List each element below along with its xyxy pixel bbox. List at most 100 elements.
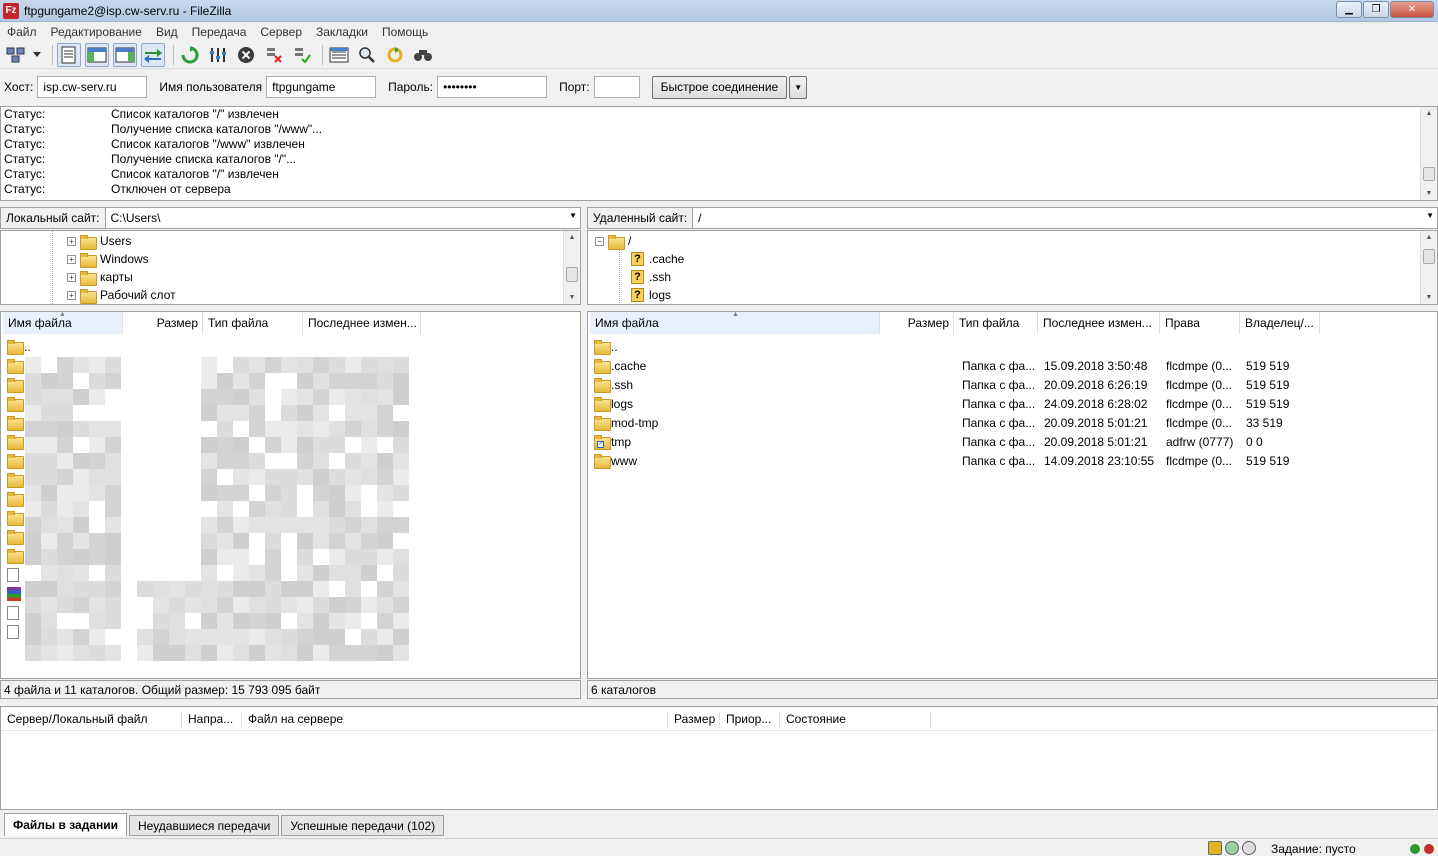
cancel-icon[interactable] [234, 43, 258, 67]
table-row[interactable]: www Папка с фа... 14.09.2018 23:10:55 flcdm… [588, 451, 1437, 470]
reconnect-icon[interactable] [290, 43, 314, 67]
local-col-modified[interactable]: Последнее измен... [303, 312, 421, 334]
queue-col-size[interactable]: Размер [668, 712, 720, 728]
search-icon[interactable] [411, 43, 435, 67]
collapse-icon[interactable]: − [595, 236, 604, 246]
password-input[interactable] [437, 76, 548, 98]
menu-file[interactable]: Файл [0, 25, 44, 39]
remote-col-permissions[interactable]: Права [1160, 312, 1240, 334]
menu-view[interactable]: Вид [149, 25, 185, 39]
tree-item[interactable]: + карты [1, 268, 580, 286]
remote-col-size[interactable]: Размер [880, 312, 954, 334]
minimize-button[interactable]: ▁ [1336, 1, 1362, 18]
scroll-thumb[interactable] [1423, 167, 1435, 181]
tree-item[interactable]: ? logs [588, 286, 1437, 304]
scroll-up-icon[interactable]: ▲ [1421, 231, 1437, 244]
tree-item[interactable]: + Рабочий слот [1, 286, 580, 304]
close-button[interactable]: ✕ [1390, 1, 1434, 18]
toggle-log-icon[interactable] [57, 42, 81, 67]
log-status-label: Статус: [4, 152, 46, 166]
expand-icon[interactable]: + [67, 290, 76, 300]
local-col-size[interactable]: Размер [123, 312, 203, 334]
remote-col-modified[interactable]: Последнее измен... [1038, 312, 1160, 334]
username-input[interactable] [266, 76, 377, 98]
quickconnect-history-dropdown[interactable]: ▼ [789, 75, 808, 99]
remote-col-owner[interactable]: Владелец/... [1240, 312, 1320, 334]
list-item[interactable]: .. [1, 337, 580, 356]
local-col-type[interactable]: Тип файла [203, 312, 303, 334]
local-col-filename[interactable]: Имя файла ▲ [3, 312, 123, 334]
table-row[interactable]: .ssh Папка с фа... 20.09.2018 6:26:19 flcdm… [588, 375, 1437, 394]
maximize-button[interactable]: ❐ [1363, 1, 1389, 18]
redacted-block [361, 645, 377, 661]
local-path-combobox[interactable]: C:\Users\ ▼ [105, 207, 581, 229]
menu-bookmarks[interactable]: Закладки [309, 25, 375, 39]
scroll-up-icon[interactable]: ▲ [564, 231, 580, 244]
directory-listing-filters-icon[interactable] [327, 43, 351, 67]
expand-icon[interactable]: + [67, 272, 76, 282]
tree-item[interactable]: ? .ssh [588, 268, 1437, 286]
queue-col-status[interactable]: Состояние [780, 712, 931, 728]
expand-icon[interactable]: + [67, 236, 76, 246]
tree-item[interactable]: + Windows [1, 250, 580, 268]
table-row[interactable]: .cache Папка с фа... 15.09.2018 3:50:48 flc… [588, 356, 1437, 375]
queue-col-direction[interactable]: Напра... [182, 712, 242, 728]
redacted-block [313, 405, 329, 421]
scroll-down-icon[interactable]: ▼ [1421, 291, 1437, 304]
queue-col-priority[interactable]: Приор... [720, 712, 780, 728]
remote-col-type[interactable]: Тип файла [954, 312, 1038, 334]
host-input[interactable] [37, 76, 148, 98]
folder-icon [7, 340, 24, 355]
table-row[interactable]: logs Папка с фа... 24.09.2018 6:28:02 flcdm… [588, 394, 1437, 413]
process-queue-icon[interactable] [206, 43, 230, 67]
toggle-queue-icon[interactable] [141, 42, 165, 67]
remote-tree-scrollbar[interactable]: ▲ ▼ [1420, 231, 1437, 304]
toggle-remote-tree-icon[interactable] [113, 42, 137, 67]
menu-help[interactable]: Помощь [375, 25, 435, 39]
queue-col-server-local[interactable]: Сервер/Локальный файл [1, 712, 182, 728]
chevron-down-icon[interactable]: ▼ [1426, 211, 1434, 220]
log-row: Статус: Отключен от сервера [1, 182, 1437, 197]
redacted-block [105, 453, 121, 469]
local-tree-scrollbar[interactable]: ▲ ▼ [563, 231, 580, 304]
synchronized-browsing-icon[interactable] [383, 43, 407, 67]
menu-server[interactable]: Сервер [253, 25, 309, 39]
tree-item[interactable]: ? .cache [588, 250, 1437, 268]
remote-path-combobox[interactable]: / ▼ [693, 207, 1438, 229]
redacted-block [25, 581, 41, 597]
table-row[interactable]: mod-tmp Папка с фа... 20.09.2018 5:01:21 fl… [588, 413, 1437, 432]
redacted-block [345, 517, 361, 533]
disconnect-icon[interactable] [262, 43, 286, 67]
dropdown-arrow-icon[interactable] [32, 43, 42, 67]
queue-col-remote-file[interactable]: Файл на сервере [242, 712, 668, 728]
log-scrollbar[interactable]: ▲ ▼ [1420, 107, 1437, 200]
toggle-local-tree-icon[interactable] [85, 42, 109, 67]
tree-item[interactable]: + Users [1, 232, 580, 250]
scroll-down-icon[interactable]: ▼ [1421, 187, 1437, 200]
list-item[interactable]: .. [588, 337, 1437, 356]
remote-col-filename[interactable]: Имя файла ▲ [590, 312, 880, 334]
menu-transfer[interactable]: Передача [185, 25, 254, 39]
scroll-thumb[interactable] [566, 267, 578, 282]
redacted-block [297, 597, 313, 613]
compare-directories-icon[interactable] [355, 43, 379, 67]
tab-failed-transfers[interactable]: Неудавшиеся передачи [128, 815, 280, 836]
scroll-down-icon[interactable]: ▼ [564, 291, 580, 304]
scroll-up-icon[interactable]: ▲ [1421, 107, 1437, 120]
refresh-icon[interactable] [178, 43, 202, 67]
redacted-block [265, 597, 281, 613]
tree-item[interactable]: − / [588, 232, 1437, 250]
speed-limit-icon[interactable] [1242, 841, 1256, 855]
redacted-block [265, 613, 281, 629]
tab-successful-transfers[interactable]: Успешные передачи (102) [281, 815, 445, 836]
chevron-down-icon[interactable]: ▼ [569, 211, 577, 220]
redacted-block [137, 581, 153, 597]
menu-edit[interactable]: Редактирование [44, 25, 149, 39]
table-row[interactable]: ↗ tmp Папка с фа... 20.09.2018 5:01:21 adfrw… [588, 432, 1437, 451]
site-manager-icon[interactable] [4, 43, 28, 67]
quickconnect-button[interactable]: Быстрое соединение [651, 75, 788, 99]
tab-queued-files[interactable]: Файлы в задании [4, 813, 127, 836]
expand-icon[interactable]: + [67, 254, 76, 264]
port-input[interactable] [593, 76, 640, 98]
scroll-thumb[interactable] [1423, 249, 1435, 264]
